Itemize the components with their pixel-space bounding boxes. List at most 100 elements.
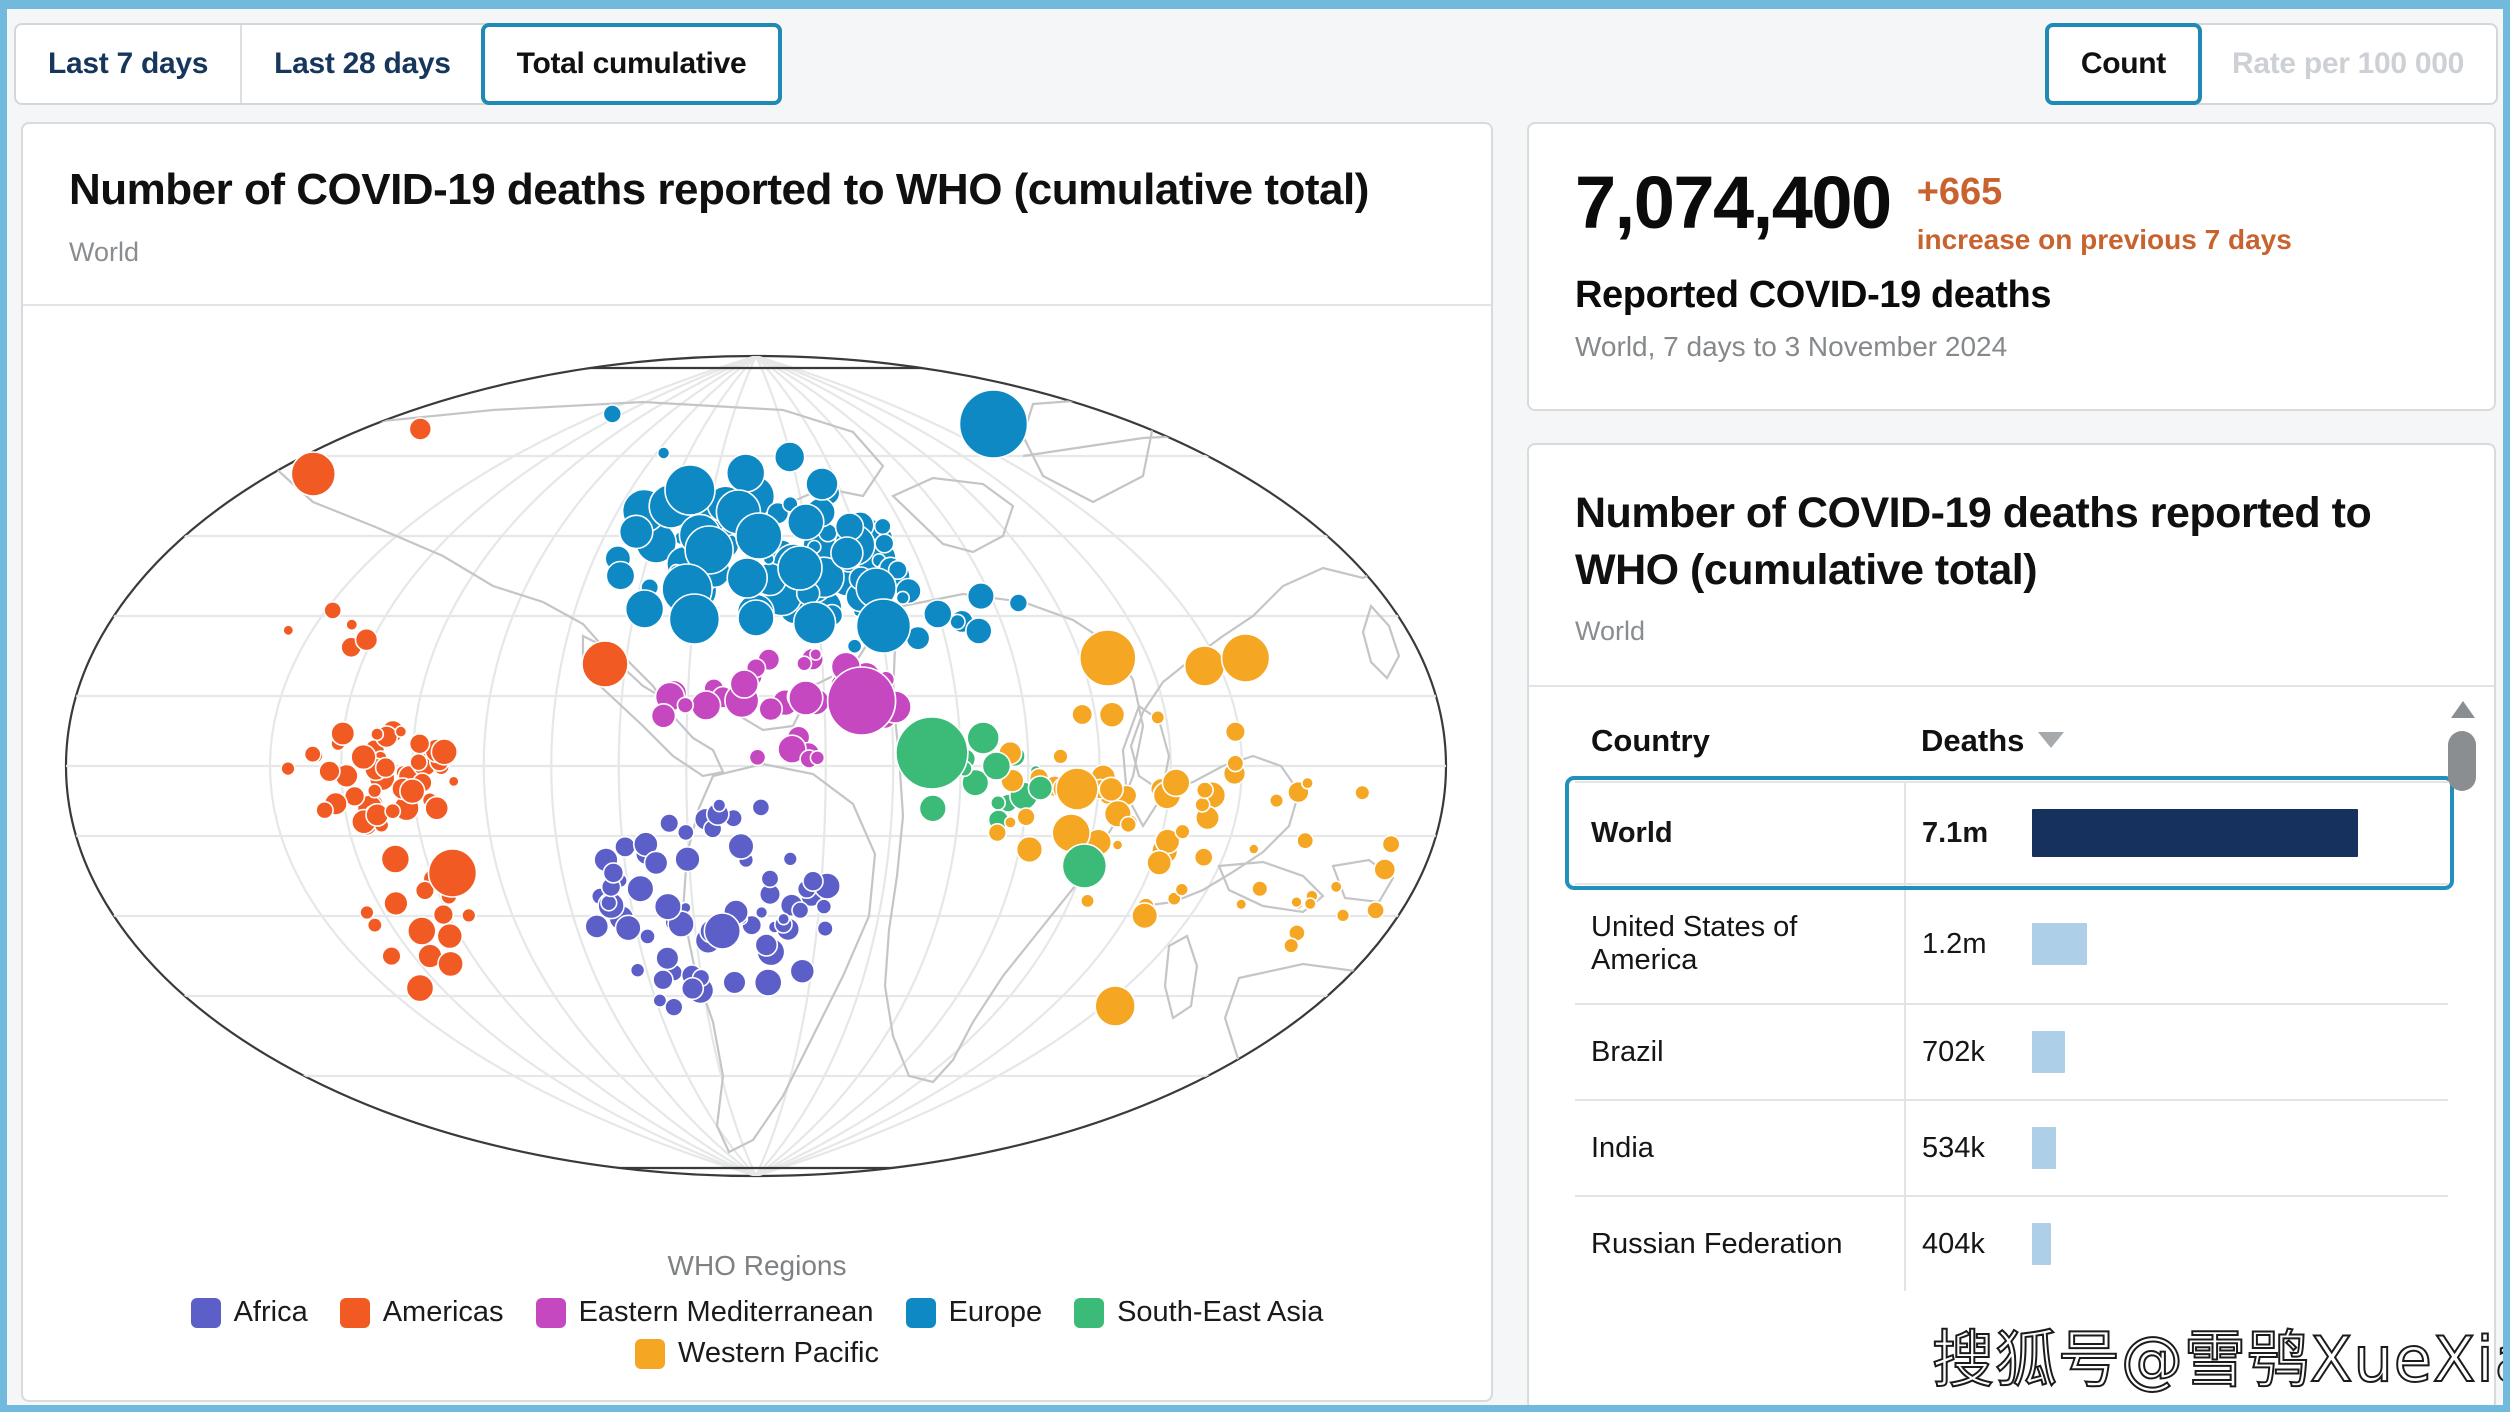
map-bubble[interactable] — [1381, 835, 1401, 855]
map-bubble[interactable] — [1055, 767, 1099, 812]
map-bubble[interactable] — [1235, 898, 1248, 911]
map-bubble[interactable] — [380, 844, 411, 875]
map-bubble[interactable] — [1251, 880, 1269, 898]
map-bubble[interactable] — [1366, 901, 1386, 921]
tab-last-28-days[interactable]: Last 28 days — [240, 25, 483, 103]
map-bubble[interactable] — [895, 590, 910, 606]
map-bubble[interactable] — [1098, 701, 1126, 729]
map-bubble[interactable] — [629, 962, 646, 979]
map-bubble[interactable] — [290, 451, 337, 498]
tab-total-cumulative[interactable]: Total cumulative — [480, 23, 783, 105]
map-bubble[interactable] — [668, 593, 721, 646]
map-bubble[interactable] — [384, 803, 402, 820]
map-bubble[interactable] — [816, 920, 834, 938]
map-bubble[interactable] — [1335, 908, 1351, 923]
legend-item-europe[interactable]: Europe — [905, 1296, 1042, 1329]
table-row[interactable]: World 7.1m — [1575, 781, 2448, 885]
table-row[interactable]: Russian Federation 404k — [1575, 1195, 2448, 1292]
map-bubble[interactable] — [777, 545, 823, 592]
map-bubble[interactable] — [729, 669, 760, 700]
map-bubble[interactable] — [614, 914, 642, 942]
map-bubble[interactable] — [751, 798, 771, 818]
map-bubble[interactable] — [676, 823, 695, 842]
scrollbar-thumb[interactable] — [2448, 731, 2476, 792]
map-bubble[interactable] — [345, 618, 359, 632]
map-bubble[interactable] — [1183, 645, 1226, 688]
map-bubble[interactable] — [584, 914, 610, 940]
map-bubble[interactable] — [1150, 710, 1166, 726]
map-bubble[interactable] — [754, 933, 779, 958]
tab-rate-per-100000[interactable]: Rate per 100 000 — [2200, 25, 2496, 103]
map-bubble[interactable] — [846, 638, 863, 655]
map-bubble[interactable] — [602, 862, 625, 885]
map-bubble[interactable] — [748, 748, 767, 767]
map-bubble[interactable] — [359, 905, 375, 921]
map-bubble[interactable] — [664, 464, 716, 517]
map-bubble[interactable] — [406, 916, 437, 947]
map-bubble[interactable] — [664, 997, 684, 1018]
map-bubble[interactable] — [370, 727, 385, 742]
map-bubble[interactable] — [1079, 629, 1137, 688]
map-bubble[interactable] — [966, 582, 996, 611]
map-bubble[interactable] — [408, 417, 433, 442]
map-bubble[interactable] — [703, 912, 742, 951]
map-bubble[interactable] — [1027, 775, 1054, 802]
legend-item-western-pacific[interactable]: Western Pacific — [635, 1337, 879, 1370]
map-bubble[interactable] — [436, 923, 464, 950]
sort-descending-icon[interactable] — [2038, 732, 2065, 749]
map-bubble[interactable] — [626, 874, 655, 904]
map-bubble[interactable] — [424, 796, 450, 821]
map-bubble[interactable] — [643, 850, 669, 876]
map-bubble[interactable] — [815, 898, 833, 916]
map-bubble[interactable] — [1290, 896, 1303, 909]
period-toggle-group[interactable]: Last 7 days Last 28 days Total cumulativ… — [14, 23, 783, 105]
map-bubble[interactable] — [789, 958, 816, 985]
map-bubble[interactable] — [1224, 721, 1246, 743]
map-bubble[interactable] — [895, 716, 969, 791]
map-bubble[interactable] — [394, 725, 408, 739]
column-header-deaths[interactable]: Deaths — [1905, 717, 2448, 782]
map-bubble[interactable] — [727, 833, 755, 861]
map-bubble[interactable] — [830, 536, 864, 571]
map-bubble[interactable] — [787, 680, 824, 717]
map-bubble[interactable] — [280, 761, 296, 777]
map-bubble[interactable] — [447, 775, 460, 788]
map-bubble[interactable] — [315, 801, 334, 820]
map-bubble[interactable] — [674, 846, 701, 873]
map-bubble[interactable] — [726, 557, 769, 600]
map-bubble[interactable] — [653, 892, 683, 922]
map-bubble[interactable] — [1098, 776, 1124, 803]
map-bubble[interactable] — [777, 912, 791, 926]
map-bubble[interactable] — [366, 917, 383, 934]
map-bubble[interactable] — [722, 970, 747, 995]
map-bubble[interactable] — [1174, 882, 1190, 898]
map-bubble[interactable] — [1220, 633, 1271, 684]
tab-last-7-days[interactable]: Last 7 days — [16, 25, 240, 103]
map-bubble[interactable] — [602, 404, 623, 425]
map-bubble[interactable] — [1008, 593, 1029, 614]
map-bubble[interactable] — [354, 628, 379, 652]
map-bubble[interactable] — [408, 733, 431, 755]
map-bubble[interactable] — [735, 512, 783, 561]
world-bubble-map[interactable] — [23, 306, 1489, 1306]
map-bubble[interactable] — [655, 946, 680, 971]
map-bubble[interactable] — [1161, 768, 1191, 798]
map-bubble[interactable] — [958, 389, 1029, 460]
map-bubble[interactable] — [581, 640, 629, 689]
column-header-country[interactable]: Country — [1575, 717, 1905, 782]
scroll-up-arrow-icon[interactable] — [2451, 701, 2475, 719]
map-bubble[interactable] — [605, 561, 636, 592]
map-bubble[interactable] — [1061, 843, 1108, 890]
map-bubble[interactable] — [1193, 847, 1214, 868]
map-bubble[interactable] — [1301, 776, 1315, 790]
map-bubble[interactable] — [1303, 897, 1317, 911]
map-bubble[interactable] — [989, 795, 1006, 812]
map-bubble[interactable] — [753, 968, 783, 998]
table-scroll-area[interactable]: Country Deaths World 7.1m United States of… — [1529, 687, 2494, 1405]
map-bubble[interactable] — [303, 745, 322, 764]
tab-count[interactable]: Count — [2044, 23, 2202, 105]
map-bubble[interactable] — [318, 760, 341, 783]
map-bubble[interactable] — [1194, 796, 1211, 814]
map-bubble[interactable] — [652, 969, 674, 991]
map-bubble[interactable] — [758, 697, 784, 722]
